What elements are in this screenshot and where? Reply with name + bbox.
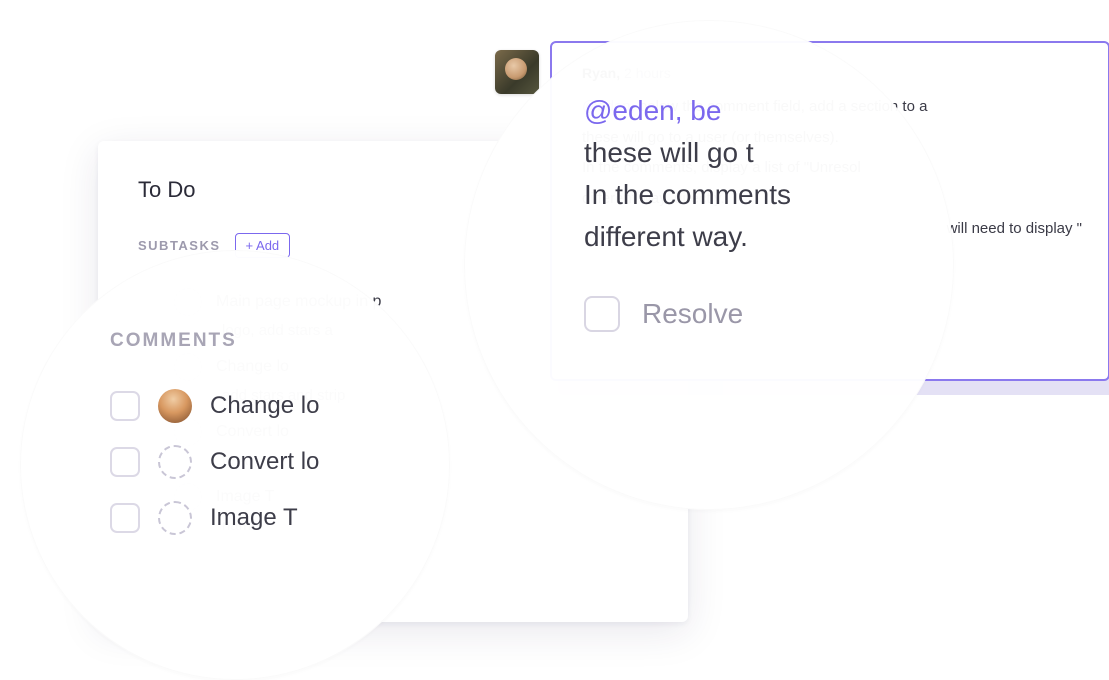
resolve-row[interactable]: Resolve <box>584 296 898 332</box>
magnifier-todo: COMMENTS Change lo Convert lo Image T <box>20 250 450 680</box>
magnified-line: different way. <box>584 216 898 258</box>
item-text: Image T <box>210 504 298 532</box>
list-item[interactable]: Convert lo <box>110 434 420 490</box>
mention-link[interactable]: @eden, be <box>584 95 721 126</box>
checkbox-icon[interactable] <box>110 503 140 533</box>
magnified-line: these will go t <box>584 132 898 174</box>
checkbox-icon[interactable] <box>110 391 140 421</box>
assignee-placeholder-icon[interactable] <box>158 501 192 535</box>
magnified-line: In the comments <box>584 174 898 216</box>
avatar <box>158 389 192 423</box>
magnified-comment-text: @eden, be these will go t In the comment… <box>584 90 898 258</box>
checkbox-icon[interactable] <box>110 447 140 477</box>
item-text: Convert lo <box>210 448 319 476</box>
list-item[interactable]: Change lo <box>110 378 420 434</box>
item-text: Change lo <box>210 392 319 420</box>
resolve-label: Resolve <box>642 298 743 330</box>
avatar <box>495 50 539 94</box>
list-item[interactable]: Image T <box>110 490 420 546</box>
assignee-placeholder-icon[interactable] <box>158 445 192 479</box>
magnifier-comment: @eden, be these will go t In the comment… <box>464 20 954 510</box>
resolve-checkbox[interactable] <box>584 296 620 332</box>
comments-label: COMMENTS <box>110 330 420 352</box>
